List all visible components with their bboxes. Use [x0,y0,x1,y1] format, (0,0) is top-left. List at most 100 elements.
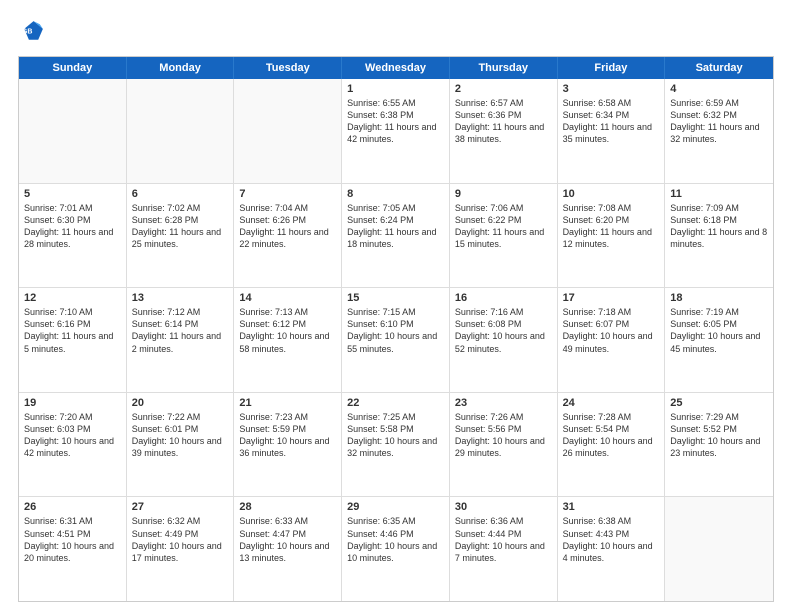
day-cell-9: 9Sunrise: 7:06 AMSunset: 6:22 PMDaylight… [450,184,558,288]
calendar-row-1: 5Sunrise: 7:01 AMSunset: 6:30 PMDaylight… [19,183,773,288]
day-cell-23: 23 Sunrise: 7:26 AMSunset: 5:56 PMDayligh… [450,393,558,497]
day-number: 22 [347,397,444,409]
cell-details: Sunrise: 7:06 AMSunset: 6:22 PMDaylight:… [455,202,552,251]
day-number: 3 [563,83,660,95]
cell-details: Sunrise: 6:32 AMSunset: 4:49 PMDaylight:… [132,515,229,564]
day-cell-31: 31Sunrise: 6:38 AMSunset: 4:43 PMDayligh… [558,497,666,601]
cell-details: Sunrise: 7:22 AMSunset: 6:01 PMDaylight:… [132,411,229,460]
day-of-week-saturday: Saturday [665,57,773,79]
day-number: 16 [455,292,552,304]
day-number: 27 [132,501,229,513]
cell-details: Sunrise: 7:18 AMSunset: 6:07 PMDaylight:… [563,306,660,355]
day-of-week-thursday: Thursday [450,57,558,79]
day-number: 29 [347,501,444,513]
cell-details: Sunrise: 7:28 AMSunset: 5:54 PMDaylight:… [563,411,660,460]
day-number: 30 [455,501,552,513]
day-cell-15: 15Sunrise: 7:15 AMSunset: 6:10 PMDayligh… [342,288,450,392]
day-cell-25: 25 Sunrise: 7:29 AMSunset: 5:52 PMDayligh… [665,393,773,497]
cell-details: Sunrise: 6:35 AMSunset: 4:46 PMDaylight:… [347,515,444,564]
calendar-header: SundayMondayTuesdayWednesdayThursdayFrid… [19,57,773,79]
day-cell-8: 8 Sunrise: 7:05 AMSunset: 6:24 PMDaylight… [342,184,450,288]
cell-details: Sunrise: 6:57 AMSunset: 6:36 PMDaylight:… [455,97,552,146]
svg-text:GB: GB [22,29,33,36]
cell-details: Sunrise: 7:19 AMSunset: 6:05 PMDaylight:… [670,306,768,355]
day-cell-21: 21 Sunrise: 7:23 AMSunset: 5:59 PMDayligh… [234,393,342,497]
day-of-week-wednesday: Wednesday [342,57,450,79]
day-number: 11 [670,188,768,200]
day-number: 2 [455,83,552,95]
calendar-row-3: 19 Sunrise: 7:20 AMSunset: 6:03 PMDayligh… [19,392,773,497]
day-cell-26: 26 Sunrise: 6:31 AMSunset: 4:51 PMDayligh… [19,497,127,601]
header: GB [18,18,774,46]
cell-details: Sunrise: 7:01 AMSunset: 6:30 PMDaylight:… [24,202,121,251]
cell-details: Sunrise: 6:36 AMSunset: 4:44 PMDaylight:… [455,515,552,564]
cell-details: Sunrise: 6:55 AMSunset: 6:38 PMDaylight:… [347,97,444,146]
day-number: 20 [132,397,229,409]
cell-details: Sunrise: 6:33 AMSunset: 4:47 PMDaylight:… [239,515,336,564]
empty-cell [19,79,127,183]
day-number: 13 [132,292,229,304]
day-number: 4 [670,83,768,95]
calendar-row-0: 1 Sunrise: 6:55 AMSunset: 6:38 PMDaylight… [19,79,773,183]
cell-details: Sunrise: 7:10 AMSunset: 6:16 PMDaylight:… [24,306,121,355]
day-cell-11: 11 Sunrise: 7:09 AMSunset: 6:18 PMDayligh… [665,184,773,288]
day-cell-19: 19 Sunrise: 7:20 AMSunset: 6:03 PMDayligh… [19,393,127,497]
day-cell-1: 1 Sunrise: 6:55 AMSunset: 6:38 PMDaylight… [342,79,450,183]
day-number: 10 [563,188,660,200]
day-cell-20: 20 Sunrise: 7:22 AMSunset: 6:01 PMDayligh… [127,393,235,497]
day-cell-24: 24 Sunrise: 7:28 AMSunset: 5:54 PMDayligh… [558,393,666,497]
cell-details: Sunrise: 7:05 AMSunset: 6:24 PMDaylight:… [347,202,444,251]
day-cell-6: 6 Sunrise: 7:02 AMSunset: 6:28 PMDaylight… [127,184,235,288]
calendar-row-4: 26 Sunrise: 6:31 AMSunset: 4:51 PMDayligh… [19,496,773,601]
cell-details: Sunrise: 7:29 AMSunset: 5:52 PMDaylight:… [670,411,768,460]
day-cell-4: 4 Sunrise: 6:59 AMSunset: 6:32 PMDaylight… [665,79,773,183]
cell-details: Sunrise: 7:25 AMSunset: 5:58 PMDaylight:… [347,411,444,460]
day-cell-27: 27 Sunrise: 6:32 AMSunset: 4:49 PMDayligh… [127,497,235,601]
cell-details: Sunrise: 7:26 AMSunset: 5:56 PMDaylight:… [455,411,552,460]
cell-details: Sunrise: 6:31 AMSunset: 4:51 PMDaylight:… [24,515,121,564]
cell-details: Sunrise: 7:04 AMSunset: 6:26 PMDaylight:… [239,202,336,251]
day-number: 6 [132,188,229,200]
day-cell-7: 7Sunrise: 7:04 AMSunset: 6:26 PMDaylight… [234,184,342,288]
day-cell-30: 30 Sunrise: 6:36 AMSunset: 4:44 PMDayligh… [450,497,558,601]
day-number: 1 [347,83,444,95]
day-number: 26 [24,501,121,513]
day-number: 12 [24,292,121,304]
day-cell-2: 2 Sunrise: 6:57 AMSunset: 6:36 PMDaylight… [450,79,558,183]
cell-details: Sunrise: 7:12 AMSunset: 6:14 PMDaylight:… [132,306,229,355]
day-number: 17 [563,292,660,304]
day-of-week-friday: Friday [558,57,666,79]
calendar-body: 1 Sunrise: 6:55 AMSunset: 6:38 PMDaylight… [19,79,773,601]
day-number: 24 [563,397,660,409]
day-number: 21 [239,397,336,409]
day-number: 25 [670,397,768,409]
day-number: 19 [24,397,121,409]
cell-details: Sunrise: 7:09 AMSunset: 6:18 PMDaylight:… [670,202,768,251]
day-cell-29: 29 Sunrise: 6:35 AMSunset: 4:46 PMDayligh… [342,497,450,601]
calendar-row-2: 12 Sunrise: 7:10 AMSunset: 6:16 PMDayligh… [19,287,773,392]
day-cell-13: 13 Sunrise: 7:12 AMSunset: 6:14 PMDayligh… [127,288,235,392]
cell-details: Sunrise: 7:13 AMSunset: 6:12 PMDaylight:… [239,306,336,355]
day-cell-22: 22 Sunrise: 7:25 AMSunset: 5:58 PMDayligh… [342,393,450,497]
day-number: 23 [455,397,552,409]
day-number: 14 [239,292,336,304]
day-number: 28 [239,501,336,513]
cell-details: Sunrise: 7:23 AMSunset: 5:59 PMDaylight:… [239,411,336,460]
cell-details: Sunrise: 7:16 AMSunset: 6:08 PMDaylight:… [455,306,552,355]
day-of-week-monday: Monday [127,57,235,79]
day-of-week-tuesday: Tuesday [234,57,342,79]
logo: GB [18,18,50,46]
cell-details: Sunrise: 7:08 AMSunset: 6:20 PMDaylight:… [563,202,660,251]
day-cell-12: 12 Sunrise: 7:10 AMSunset: 6:16 PMDayligh… [19,288,127,392]
cell-details: Sunrise: 6:38 AMSunset: 4:43 PMDaylight:… [563,515,660,564]
day-cell-3: 3 Sunrise: 6:58 AMSunset: 6:34 PMDaylight… [558,79,666,183]
cell-details: Sunrise: 6:58 AMSunset: 6:34 PMDaylight:… [563,97,660,146]
cell-details: Sunrise: 7:02 AMSunset: 6:28 PMDaylight:… [132,202,229,251]
logo-icon: GB [18,18,46,46]
empty-cell [127,79,235,183]
day-of-week-sunday: Sunday [19,57,127,79]
cell-details: Sunrise: 6:59 AMSunset: 6:32 PMDaylight:… [670,97,768,146]
empty-cell [234,79,342,183]
cell-details: Sunrise: 7:20 AMSunset: 6:03 PMDaylight:… [24,411,121,460]
day-number: 8 [347,188,444,200]
